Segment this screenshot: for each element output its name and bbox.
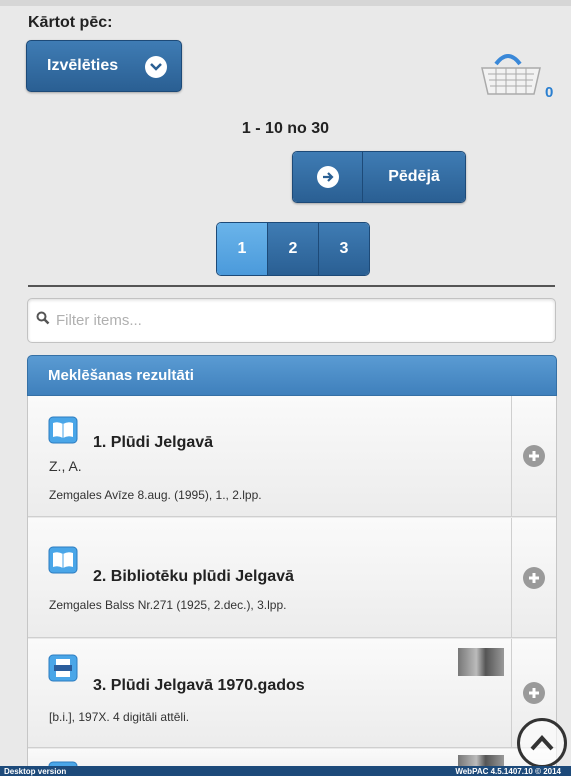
item-title[interactable]: 2. Bibliotēku plūdi Jelgavā xyxy=(93,568,294,586)
footer-bar: Desktop version WebPAC 4.5.1407.10 © 201… xyxy=(0,766,571,776)
filter-box xyxy=(27,298,556,343)
results-range: 1 - 10 no 30 xyxy=(241,120,330,137)
top-bar xyxy=(0,0,571,6)
pager-nav: Pēdējā xyxy=(292,151,466,203)
scroll-to-top-button[interactable] xyxy=(517,718,567,768)
divider xyxy=(28,285,555,287)
basket-count: 0 xyxy=(545,84,554,101)
item-title[interactable]: 1. Plūdi Jelgavā xyxy=(93,434,213,452)
sort-button-label: Izvēlēties xyxy=(47,57,119,74)
list-item[interactable]: 3. Plūdi Jelgavā 1970.gados [b.i.], 197X… xyxy=(28,639,556,748)
sort-select-button[interactable]: Izvēlēties xyxy=(26,40,182,92)
item-publication: Zemgales Balss Nr.271 (1925, 2.dec.), 3.… xyxy=(49,598,287,612)
book-icon xyxy=(48,416,78,444)
item-author: Z., A. xyxy=(49,458,82,474)
page-buttons: 1 2 3 xyxy=(216,222,370,276)
file-icon xyxy=(48,654,78,682)
book-icon xyxy=(48,546,78,574)
basket-icon[interactable] xyxy=(478,46,554,102)
page-2-button[interactable]: 2 xyxy=(267,223,318,275)
plus-icon xyxy=(523,566,545,589)
add-item-button[interactable] xyxy=(511,518,556,637)
results-header: Meklēšanas rezultāti xyxy=(27,355,557,396)
item-publication: Zemgales Avīze 8.aug. (1995), 1., 2.lpp. xyxy=(49,488,262,502)
plus-icon xyxy=(523,445,545,467)
item-title[interactable]: 3. Plūdi Jelgavā 1970.gados xyxy=(93,677,305,695)
desktop-version-link[interactable]: Desktop version xyxy=(4,767,66,776)
version-info: WebPAC 4.5.1407.10 © 2014 xyxy=(455,766,561,776)
add-item-button[interactable] xyxy=(511,396,556,516)
list-item[interactable]: 2. Bibliotēku plūdi Jelgavā Zemgales Bal… xyxy=(28,518,556,638)
thumbnail-image[interactable] xyxy=(458,648,504,676)
filter-input[interactable] xyxy=(56,312,536,329)
list-item[interactable]: 1. Plūdi Jelgavā Z., A. Zemgales Avīze 8… xyxy=(28,396,556,517)
results-list: 1. Plūdi Jelgavā Z., A. Zemgales Avīze 8… xyxy=(27,396,557,776)
next-page-button[interactable] xyxy=(293,152,363,202)
last-page-button[interactable]: Pēdējā xyxy=(363,152,465,202)
arrow-right-icon xyxy=(316,166,339,188)
sort-label: Kārtot pēc: xyxy=(28,14,113,31)
page-1-button[interactable]: 1 xyxy=(217,223,267,275)
plus-icon xyxy=(523,682,545,704)
item-publication: [b.i.], 197X. 4 digitāli attēli. xyxy=(49,710,190,724)
page-3-button[interactable]: 3 xyxy=(318,223,369,275)
chevron-down-icon xyxy=(145,56,167,78)
search-icon xyxy=(36,311,50,330)
